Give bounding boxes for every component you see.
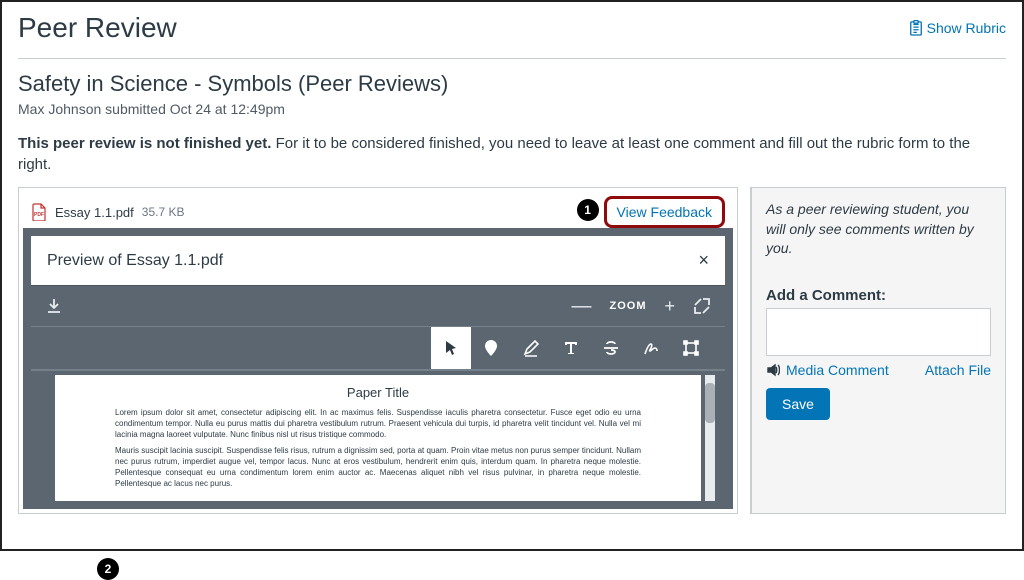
view-feedback-link[interactable]: View Feedback xyxy=(604,196,725,228)
media-comment-label: Media Comment xyxy=(786,362,889,378)
fullscreen-icon[interactable] xyxy=(693,297,711,315)
svg-text:PDF: PDF xyxy=(34,212,44,218)
rubric-icon xyxy=(909,20,923,36)
submission-info: Max Johnson submitted Oct 24 at 12:49pm xyxy=(18,101,1006,117)
audio-icon xyxy=(766,363,780,377)
save-button[interactable]: Save xyxy=(766,388,830,420)
file-size: 35.7 KB xyxy=(142,205,185,219)
assignment-title: Safety in Science - Symbols (Peer Review… xyxy=(18,71,1006,97)
point-tool[interactable] xyxy=(471,327,511,369)
pdf-icon: PDF xyxy=(31,203,47,221)
annotation-2: 2 xyxy=(97,558,119,580)
status-text: This peer review is not finished yet. Fo… xyxy=(18,133,1006,175)
attach-file-link[interactable]: Attach File xyxy=(925,362,991,378)
annotation-toolbar xyxy=(31,327,725,371)
draw-tool[interactable] xyxy=(631,327,671,369)
scrollbar-thumb[interactable] xyxy=(705,383,715,423)
comment-label: Add a Comment: xyxy=(766,287,991,304)
comment-textarea[interactable] xyxy=(766,308,991,356)
preview-title: Preview of Essay 1.1.pdf xyxy=(47,252,223,270)
annotation-1: 1 xyxy=(577,199,599,221)
document-area[interactable]: Paper Title Lorem ipsum dolor sit amet, … xyxy=(31,371,725,501)
download-icon[interactable] xyxy=(45,297,63,315)
peer-note: As a peer reviewing student, you will on… xyxy=(766,200,991,259)
divider xyxy=(18,58,1006,59)
zoom-label: ZOOM xyxy=(609,300,646,312)
text-tool[interactable] xyxy=(551,327,591,369)
status-bold: This peer review is not finished yet. xyxy=(18,135,271,152)
page-title: Peer Review xyxy=(18,12,177,44)
doc-paragraph: Mauris suscipit lacinia suscipit. Suspen… xyxy=(115,446,641,489)
preview-panel: PDF Essay 1.1.pdf 35.7 KB 1 View Feedbac… xyxy=(18,187,738,514)
zoom-out-icon[interactable]: — xyxy=(571,295,591,318)
comment-sidebar: As a peer reviewing student, you will on… xyxy=(750,187,1006,514)
area-tool[interactable] xyxy=(671,327,711,369)
doc-paragraph: Lorem ipsum dolor sit amet, consectetur … xyxy=(115,408,641,440)
document-page: Paper Title Lorem ipsum dolor sit amet, … xyxy=(55,375,701,501)
show-rubric-link[interactable]: Show Rubric xyxy=(909,20,1006,36)
zoom-in-icon[interactable]: + xyxy=(664,296,675,317)
doc-title: Paper Title xyxy=(115,385,641,400)
strikeout-tool[interactable] xyxy=(591,327,631,369)
viewer-toolbar: — ZOOM + xyxy=(31,285,725,327)
close-icon[interactable]: × xyxy=(698,250,709,271)
media-comment-link[interactable]: Media Comment xyxy=(766,362,889,378)
highlight-tool[interactable] xyxy=(511,327,551,369)
pointer-tool[interactable] xyxy=(431,327,471,369)
file-name[interactable]: Essay 1.1.pdf xyxy=(55,205,134,220)
show-rubric-label: Show Rubric xyxy=(927,20,1006,36)
